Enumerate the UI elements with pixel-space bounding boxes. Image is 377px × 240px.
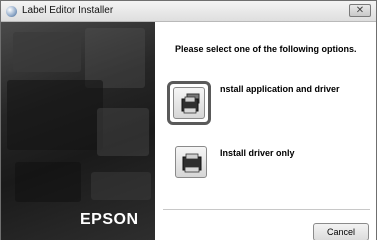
- title-bar: Label Editor Installer ✕: [1, 1, 376, 22]
- instruction-text: Please select one of the following optio…: [175, 44, 357, 54]
- install-driver-only-button[interactable]: [175, 146, 207, 178]
- printer-icon: [182, 153, 202, 173]
- install-app-and-driver-button[interactable]: [167, 81, 211, 125]
- installer-window: Label Editor Installer ✕ EPSON Please se…: [0, 0, 377, 240]
- content-area: Please select one of the following optio…: [155, 22, 376, 240]
- option-label-driver-only[interactable]: Install driver only: [220, 148, 295, 158]
- option-label-app-driver[interactable]: nstall application and driver: [220, 84, 340, 94]
- window-title: Label Editor Installer: [22, 5, 114, 16]
- side-panel: EPSON: [1, 22, 155, 240]
- app-icon: [6, 6, 17, 17]
- cancel-button[interactable]: Cancel: [313, 223, 369, 240]
- close-button[interactable]: ✕: [349, 4, 371, 17]
- brand-logo: EPSON: [80, 211, 139, 228]
- printer-app-icon: [181, 93, 200, 114]
- divider: [163, 209, 370, 210]
